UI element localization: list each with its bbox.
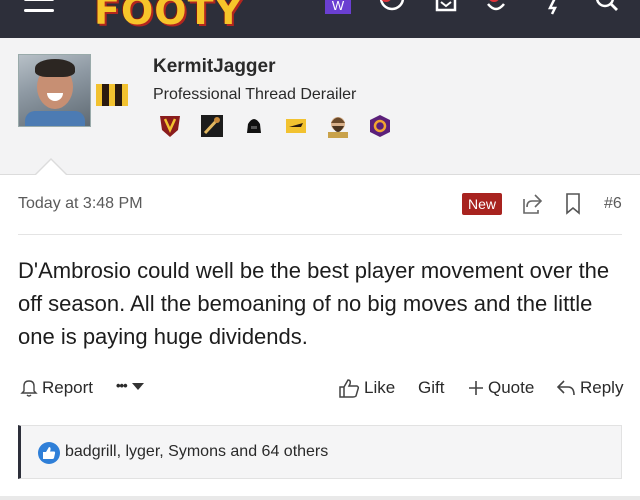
hexagon-badge-icon[interactable] bbox=[368, 114, 392, 138]
bookmark-icon[interactable] bbox=[565, 193, 581, 215]
more-options-button[interactable]: ••• bbox=[116, 378, 145, 393]
new-badge: New bbox=[462, 193, 503, 215]
post-bottom-border bbox=[0, 496, 640, 500]
w-badge[interactable]: W bbox=[325, 0, 351, 14]
report-label: Report bbox=[42, 378, 94, 397]
like-label: Like bbox=[364, 378, 396, 397]
reply-arrow-icon bbox=[556, 380, 575, 396]
sword-icon[interactable] bbox=[200, 114, 224, 138]
report-button[interactable]: Report bbox=[20, 378, 93, 398]
whats-new-icon[interactable] bbox=[378, 0, 406, 18]
inbox-icon[interactable] bbox=[432, 0, 460, 18]
more-dots: ••• bbox=[116, 378, 128, 393]
plus-icon bbox=[469, 381, 483, 395]
like-reaction-icon bbox=[38, 442, 60, 464]
like-button[interactable]: Like bbox=[338, 378, 395, 398]
bearded-man-icon[interactable] bbox=[326, 114, 350, 138]
user-title: Professional Thread Derailer bbox=[153, 86, 357, 103]
username[interactable]: KermitJagger bbox=[153, 56, 276, 78]
club-colors-badge bbox=[96, 84, 129, 106]
reactions-bar[interactable]: badgrill, lyger, Symons and 64 others bbox=[18, 425, 622, 479]
gift-button[interactable]: Gift bbox=[418, 378, 444, 398]
reactions-text[interactable]: badgrill, lyger, Symons and 64 others bbox=[65, 443, 328, 461]
bolt-icon[interactable] bbox=[540, 0, 568, 18]
plane-icon[interactable] bbox=[284, 114, 308, 138]
post-body: D'Ambrosio could well be the best player… bbox=[18, 258, 610, 349]
reply-label: Reply bbox=[580, 378, 624, 397]
search-icon[interactable] bbox=[594, 0, 622, 18]
post-pointer bbox=[36, 160, 66, 175]
bell-icon bbox=[20, 380, 38, 397]
share-icon[interactable] bbox=[521, 193, 543, 215]
quote-button[interactable]: Quote bbox=[468, 378, 534, 398]
top-nav-bar: FOOTY W bbox=[0, 0, 640, 38]
divider bbox=[18, 234, 622, 235]
post-date[interactable]: Today at 3:48 PM bbox=[18, 195, 143, 213]
member-header: KermitJagger Professional Thread Deraile… bbox=[0, 38, 640, 175]
menu-icon[interactable] bbox=[24, 0, 54, 16]
post-number[interactable]: #6 bbox=[604, 195, 622, 213]
quote-label: Quote bbox=[488, 378, 535, 397]
thumbs-up-icon bbox=[339, 379, 360, 398]
site-logo[interactable]: FOOTY bbox=[94, 0, 243, 34]
club-stripe bbox=[121, 84, 129, 106]
v-shield-icon[interactable] bbox=[158, 114, 182, 138]
reply-button[interactable]: Reply bbox=[556, 378, 623, 398]
avatar[interactable] bbox=[18, 54, 91, 127]
caret-down-icon bbox=[131, 382, 144, 390]
darth-vader-icon[interactable] bbox=[242, 114, 266, 138]
alerts-icon[interactable] bbox=[482, 0, 510, 18]
gift-label: Gift bbox=[418, 378, 445, 397]
